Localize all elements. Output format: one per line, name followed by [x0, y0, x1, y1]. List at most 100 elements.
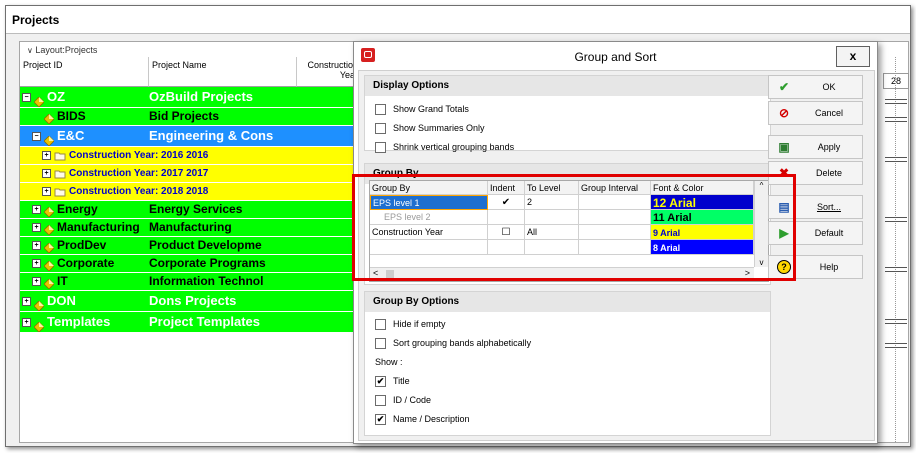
folder-icon: [54, 186, 66, 197]
project-id: DON: [47, 293, 76, 308]
column-header-project-name[interactable]: Project Name: [149, 57, 297, 87]
button-label: Apply: [817, 142, 841, 152]
checkbox-box[interactable]: [375, 104, 386, 116]
ok-button[interactable]: ✔ OK: [768, 75, 863, 99]
table-row[interactable]: − OZ OzBuild Projects: [20, 87, 362, 107]
checkbox-label: Hide if empty: [393, 319, 446, 329]
expand-icon[interactable]: +: [32, 223, 41, 233]
table-row[interactable]: + IT Information Technol: [20, 273, 362, 290]
eps-node-icon: [43, 241, 55, 254]
eps-node-icon: [43, 132, 55, 146]
table-row[interactable]: + Manufacturing Manufacturing: [20, 219, 362, 236]
folder-icon: [54, 168, 66, 179]
eps-node-icon: [33, 93, 45, 107]
project-name: Information Technol: [149, 274, 264, 288]
folder-icon: [54, 150, 66, 161]
expand-icon[interactable]: +: [32, 259, 41, 269]
expand-icon[interactable]: +: [32, 241, 41, 251]
checkbox-label: Name / Description: [393, 414, 470, 424]
button-label: Default: [814, 228, 844, 238]
check-icon: ✔: [778, 80, 790, 94]
highlight-annotation: [352, 174, 796, 281]
table-row[interactable]: + ProdDev Product Developme: [20, 237, 362, 254]
sort-bands-alphabetically-checkbox[interactable]: Sort grouping bands alphabetically: [375, 338, 531, 350]
project-id: ProdDev: [57, 238, 107, 252]
checkbox-box[interactable]: [375, 395, 386, 407]
shrink-vertical-bands-checkbox[interactable]: Shrink vertical grouping bands: [375, 142, 514, 154]
window-titlebar: Projects: [6, 6, 910, 34]
show-summaries-only-checkbox[interactable]: Show Summaries Only: [375, 123, 485, 135]
table-row[interactable]: + Construction Year: 2017 2017: [20, 165, 362, 182]
gantt-bar: [885, 319, 907, 324]
eps-node-icon: [43, 112, 55, 125]
checkbox-box[interactable]: ✔: [375, 376, 386, 388]
table-row[interactable]: + Construction Year: 2018 2018: [20, 183, 362, 200]
table-row[interactable]: + Corporate Corporate Programs: [20, 255, 362, 272]
table-row[interactable]: + Energy Energy Services: [20, 201, 362, 218]
expand-icon[interactable]: +: [32, 277, 41, 287]
checkbox-box[interactable]: ✔: [375, 414, 386, 426]
checkbox-box[interactable]: [375, 319, 386, 331]
checkbox-label: Show Summaries Only: [393, 123, 485, 133]
show-name-description-checkbox[interactable]: ✔ Name / Description: [375, 414, 470, 426]
layout-label[interactable]: ∨ Layout:Projects: [27, 45, 97, 55]
project-id: Energy: [57, 202, 98, 216]
display-options-heading: Display Options: [365, 76, 770, 96]
table-row[interactable]: + DON Dons Projects: [20, 291, 362, 311]
gantt-area: 28: [875, 57, 909, 442]
table-row[interactable]: − E&C Engineering & Cons: [20, 126, 362, 146]
project-id: Corporate: [57, 256, 115, 270]
show-grand-totals-checkbox[interactable]: Show Grand Totals: [375, 104, 469, 116]
apply-button[interactable]: ▣ Apply: [768, 135, 863, 159]
expand-icon[interactable]: +: [42, 168, 51, 178]
expand-icon[interactable]: +: [22, 297, 31, 307]
column-header-project-id[interactable]: Project ID: [20, 57, 149, 87]
gantt-bar: [885, 217, 907, 222]
display-options-section: Display Options Show Grand Totals Show S…: [364, 75, 771, 154]
project-id: Construction Year: 2016 2016: [69, 150, 209, 161]
hide-if-empty-checkbox[interactable]: Hide if empty: [375, 319, 446, 331]
project-name: Product Developme: [149, 238, 262, 252]
gantt-bar: [885, 117, 907, 122]
column-header-label: Project Name: [152, 60, 207, 70]
gantt-bar: [885, 99, 907, 104]
checkbox-box[interactable]: [375, 142, 386, 154]
project-name: Corporate Programs: [149, 256, 266, 270]
button-label: Cancel: [814, 108, 843, 118]
expand-icon[interactable]: +: [32, 205, 41, 215]
close-button[interactable]: x: [836, 46, 870, 67]
eps-node-icon: [43, 259, 55, 272]
checkbox-box[interactable]: [375, 338, 386, 350]
table-row[interactable]: BIDS Bid Projects: [20, 108, 362, 125]
table-row[interactable]: + Construction Year: 2016 2016: [20, 147, 362, 164]
project-name: Dons Projects: [149, 293, 237, 308]
expand-icon[interactable]: +: [22, 318, 31, 328]
show-id-code-checkbox[interactable]: ID / Code: [375, 395, 432, 407]
button-label: OK: [822, 82, 836, 92]
grid-line: [895, 57, 896, 442]
checkbox-label: ID / Code: [393, 395, 432, 405]
show-title-checkbox[interactable]: ✔ Title: [375, 376, 410, 388]
window-title: Projects: [12, 13, 60, 27]
table-row[interactable]: + Templates Project Templates: [20, 312, 362, 332]
project-name: Bid Projects: [149, 109, 220, 123]
project-id: Manufacturing: [57, 220, 140, 234]
expand-icon[interactable]: +: [42, 150, 51, 160]
collapse-icon[interactable]: −: [32, 132, 41, 142]
column-header-label: Project ID: [23, 60, 63, 70]
column-header-label: Year: [339, 70, 358, 80]
expand-icon[interactable]: +: [42, 186, 51, 196]
button-label: Sort...: [816, 202, 841, 212]
layout-name: Layout:Projects: [35, 45, 98, 55]
apply-icon: ▣: [778, 140, 790, 154]
eps-node-icon: [43, 223, 55, 236]
project-id: Construction Year: 2017 2017: [69, 168, 209, 179]
chevron-down-icon[interactable]: ∨: [27, 46, 33, 55]
checkbox-box[interactable]: [375, 123, 386, 135]
cancel-button[interactable]: ⊘ Cancel: [768, 101, 863, 125]
project-name: Energy Services: [149, 202, 243, 216]
dialog-titlebar: Group and Sort x: [354, 42, 877, 70]
collapse-icon[interactable]: −: [22, 93, 31, 103]
button-label: Delete: [815, 168, 842, 178]
gantt-bar: [885, 267, 907, 272]
